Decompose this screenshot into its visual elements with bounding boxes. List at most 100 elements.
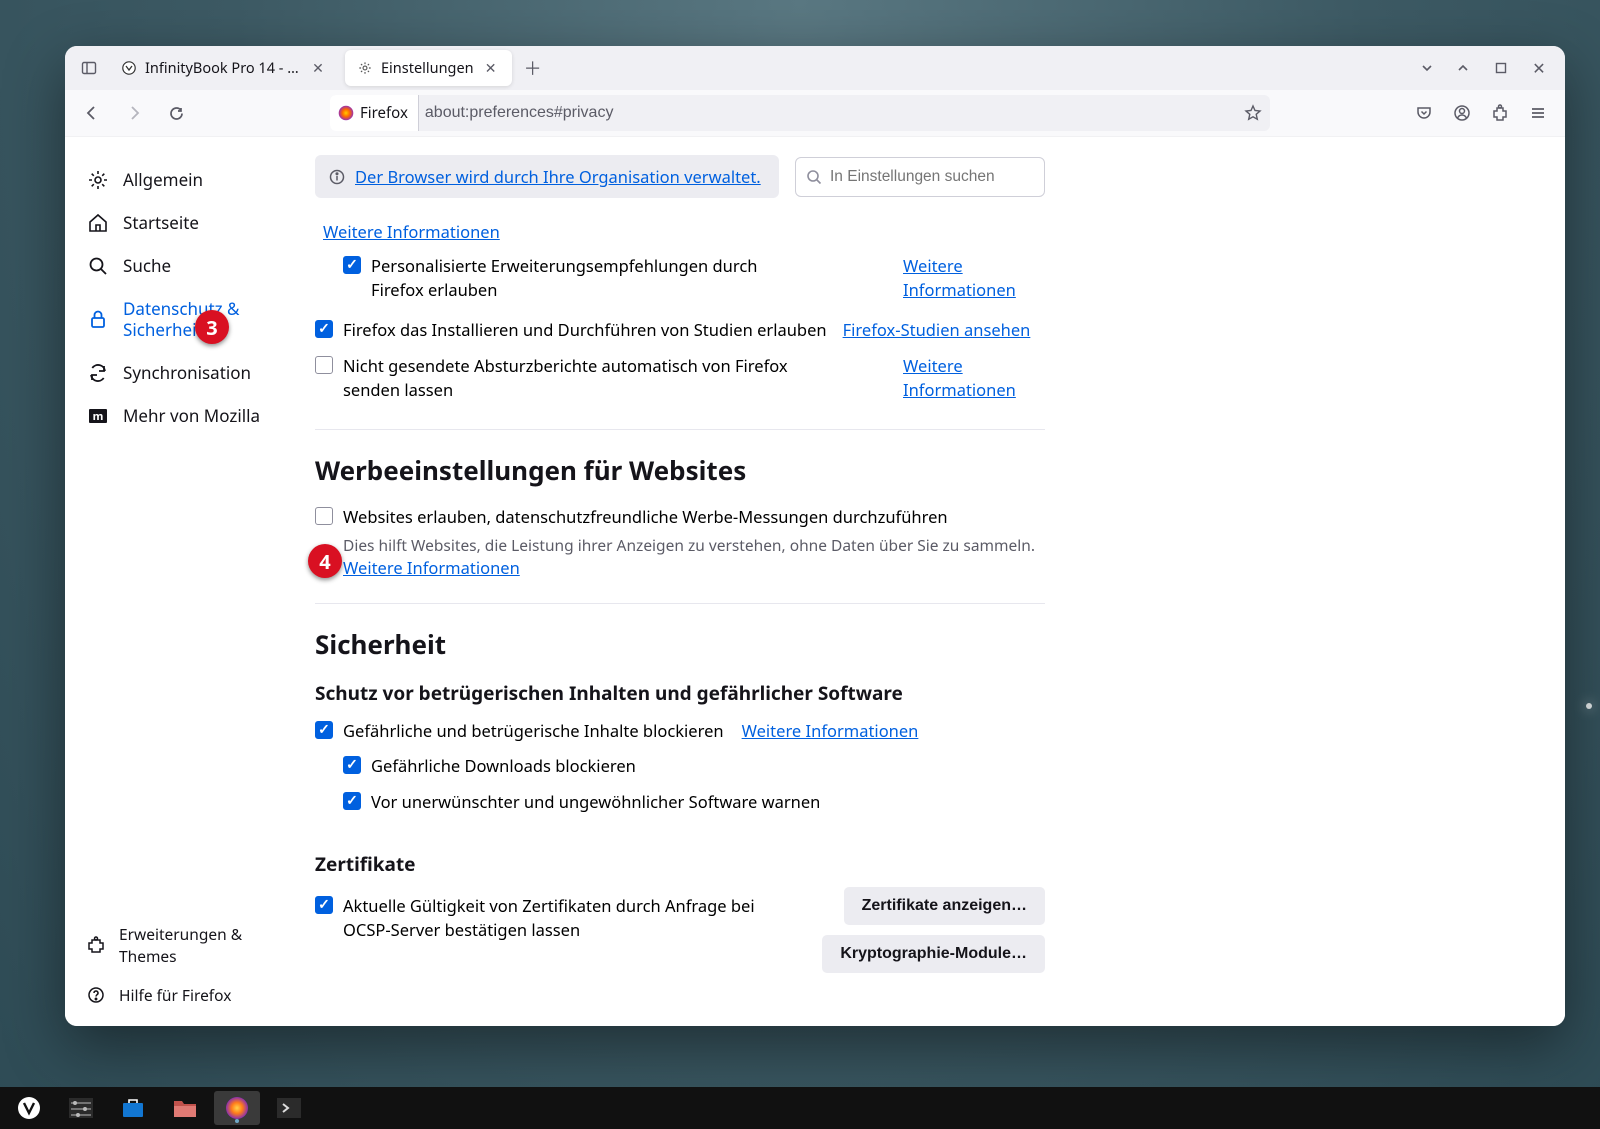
security-heading: Sicherheit (315, 626, 1045, 662)
category-home[interactable]: Startseite (65, 202, 305, 244)
reload-button[interactable] (159, 96, 193, 130)
certificates-heading: Zertifikate (315, 851, 1045, 877)
block-downloads-checkbox[interactable] (343, 756, 361, 774)
category-sync[interactable]: Synchronisation (65, 352, 305, 394)
tab-settings[interactable]: Einstellungen ✕ (345, 50, 512, 86)
warn-unwanted-checkbox[interactable] (343, 792, 361, 810)
block-dangerous-more-link[interactable]: Weitere Informationen (742, 719, 919, 743)
ad-measurement-more-link[interactable]: Weitere Informationen (343, 556, 520, 579)
preferences-main: Der Browser wird durch Ihre Organisation… (305, 137, 1565, 1026)
forward-button[interactable] (117, 96, 151, 130)
taskbar-files[interactable] (162, 1091, 208, 1125)
annotation-badge-3: 3 (195, 310, 229, 344)
recommend-extensions-more-link[interactable]: Weitere Informationen (903, 254, 1045, 302)
footer-label: Hilfe für Firefox (119, 984, 231, 1006)
tab-label: InfinityBook Pro 14 - Gen9 (145, 58, 301, 78)
tab-close-button[interactable]: ✕ (482, 59, 500, 77)
crash-reports-label: Nicht gesendete Absturzberichte automati… (343, 354, 823, 402)
org-managed-link[interactable]: Der Browser wird durch Ihre Organisation… (355, 165, 761, 188)
minimize-button[interactable] (1447, 52, 1479, 84)
gear-icon (87, 169, 109, 191)
taskbar-settings[interactable] (58, 1091, 104, 1125)
ad-prefs-heading: Werbeeinstellungen für Websites (315, 452, 1045, 488)
sync-icon (87, 362, 109, 384)
recommend-extensions-label: Personalisierte Erweiterungsempfehlungen… (371, 254, 801, 302)
category-label: Suche (123, 255, 171, 276)
category-label: Startseite (123, 212, 199, 233)
address-bar[interactable]: Firefox (330, 95, 1270, 131)
search-icon (806, 169, 822, 185)
tab-close-button[interactable]: ✕ (309, 59, 327, 77)
category-privacy[interactable]: Datenschutz & Sicherheit (65, 288, 305, 351)
help-icon (87, 986, 105, 1004)
back-button[interactable] (75, 96, 109, 130)
new-tab-button[interactable]: ＋ (518, 53, 548, 83)
category-label: Synchronisation (123, 362, 251, 383)
ocsp-checkbox[interactable] (315, 896, 333, 914)
lock-icon (87, 308, 109, 330)
annotation-badge-4: 4 (308, 544, 342, 578)
svg-text:m: m (93, 409, 104, 424)
help-link[interactable]: Hilfe für Firefox (65, 976, 305, 1014)
mozilla-icon: m (87, 405, 109, 427)
close-window-button[interactable]: ✕ (1523, 52, 1555, 84)
identity-box[interactable]: Firefox (330, 95, 419, 131)
taskbar-terminal[interactable] (266, 1091, 312, 1125)
settings-search-input[interactable] (830, 168, 1034, 186)
extensions-button[interactable] (1483, 96, 1517, 130)
info-icon (329, 169, 345, 185)
ocsp-label: Aktuelle Gültigkeit von Zertifikaten dur… (343, 894, 783, 942)
home-icon (87, 212, 109, 234)
puzzle-icon (87, 936, 105, 954)
bookmark-star-icon[interactable] (1244, 104, 1262, 122)
pocket-button[interactable] (1407, 96, 1441, 130)
preferences-sidebar: Allgemein Startseite Suche Datenschutz &… (65, 137, 305, 1026)
crash-reports-checkbox[interactable] (315, 356, 333, 374)
maximize-button[interactable] (1485, 52, 1517, 84)
taskbar-firefox[interactable] (214, 1091, 260, 1125)
ad-measurement-description: Dies hilft Websites, die Leistung ihrer … (343, 534, 1035, 556)
taskbar-store[interactable] (110, 1091, 156, 1125)
taskbar (0, 1087, 1600, 1129)
sidebar-toggle-button[interactable] (75, 54, 103, 82)
category-label: Allgemein (123, 169, 203, 190)
firefox-window: InfinityBook Pro 14 - Gen9 ✕ Einstellung… (65, 46, 1565, 1026)
crypto-modules-button[interactable]: Kryptographie-Module… (822, 935, 1045, 973)
category-search[interactable]: Suche (65, 245, 305, 287)
block-dangerous-checkbox[interactable] (315, 721, 333, 739)
tab-label: Einstellungen (381, 58, 474, 78)
settings-search[interactable] (795, 157, 1045, 197)
deceptive-content-subheading: Schutz vor betrügerischen Inhalten und g… (315, 680, 1045, 706)
firefox-logo-icon (338, 105, 354, 121)
account-button[interactable] (1445, 96, 1479, 130)
search-icon (87, 255, 109, 277)
recommend-extensions-checkbox[interactable] (343, 256, 361, 274)
extensions-themes-link[interactable]: Erweiterungen & Themes (65, 915, 305, 975)
gear-icon (357, 60, 373, 76)
category-label: Mehr von Mozilla (123, 405, 260, 426)
taskbar-app-menu[interactable] (6, 1091, 52, 1125)
app-menu-button[interactable] (1521, 96, 1555, 130)
nav-toolbar: Firefox (65, 90, 1565, 137)
url-input[interactable] (425, 104, 1238, 122)
ad-measurement-label: Websites erlauben, datenschutzfreundlich… (343, 505, 948, 529)
footer-label: Erweiterungen & Themes (119, 923, 291, 967)
identity-label: Firefox (360, 103, 408, 123)
tab-bar: InfinityBook Pro 14 - Gen9 ✕ Einstellung… (65, 46, 1565, 90)
ad-measurement-checkbox[interactable] (315, 507, 333, 525)
studies-link[interactable]: Firefox-Studien ansehen (843, 318, 1031, 342)
view-certificates-button[interactable]: Zertifikate anzeigen… (844, 887, 1045, 925)
warn-unwanted-label: Vor unerwünschter und ungewöhnlicher Sof… (371, 790, 820, 814)
tuxedo-icon (121, 60, 137, 76)
block-dangerous-label: Gefährliche und betrügerische Inhalte bl… (343, 719, 724, 743)
org-managed-banner: Der Browser wird durch Ihre Organisation… (315, 155, 779, 198)
studies-checkbox[interactable] (315, 320, 333, 338)
category-more-mozilla[interactable]: m Mehr von Mozilla (65, 395, 305, 437)
tab-infinitybook[interactable]: InfinityBook Pro 14 - Gen9 ✕ (109, 50, 339, 86)
crash-reports-more-link[interactable]: Weitere Informationen (903, 354, 1045, 402)
studies-label: Firefox das Installieren und Durchführen… (343, 318, 827, 342)
category-general[interactable]: Allgemein (65, 159, 305, 201)
more-info-link[interactable]: Weitere Informationen (323, 220, 500, 243)
block-downloads-label: Gefährliche Downloads blockieren (371, 754, 636, 778)
list-all-tabs-button[interactable] (1413, 54, 1441, 82)
